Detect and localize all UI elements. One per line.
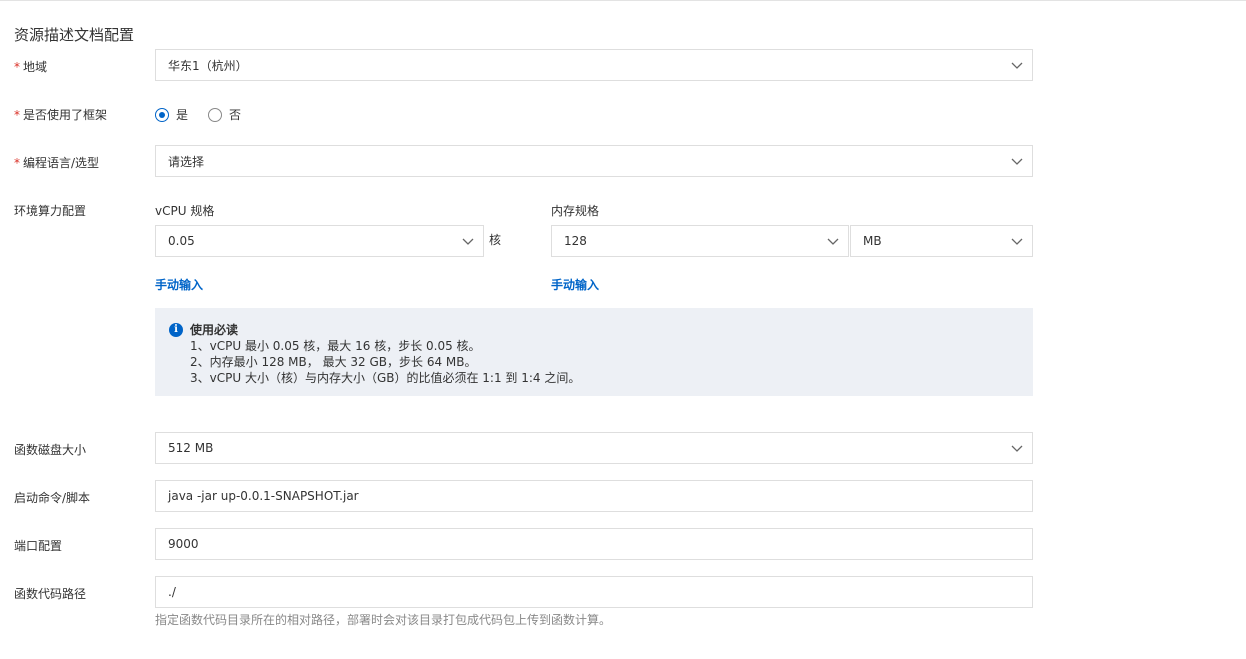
command-input[interactable]: java -jar up-0.0.1-SNAPSHOT.jar — [155, 480, 1033, 512]
framework-label: * 是否使用了框架 — [14, 106, 107, 123]
command-label: 启动命令/脚本 — [14, 491, 91, 505]
framework-radio-yes-label: 是 — [176, 108, 189, 122]
required-mark: * — [14, 60, 20, 74]
memory-label: 内存规格 — [551, 204, 600, 218]
top-divider — [0, 0, 1246, 1]
framework-label-text: 是否使用了框架 — [23, 108, 108, 122]
region-label-text: 地域 — [23, 60, 48, 74]
memory-select-value: 128 — [564, 234, 587, 248]
code-path-input-value: ./ — [168, 585, 176, 599]
compute-label: 环境算力配置 — [14, 204, 87, 218]
chevron-down-icon — [1010, 234, 1024, 248]
radio-checked-icon — [155, 107, 169, 122]
disk-select[interactable]: 512 MB — [155, 432, 1033, 464]
code-path-label: 函数代码路径 — [14, 587, 87, 601]
command-input-value: java -jar up-0.0.1-SNAPSHOT.jar — [168, 489, 359, 503]
vcpu-label: vCPU 规格 — [155, 204, 215, 218]
region-label: * 地域 — [14, 58, 47, 75]
section-title: 资源描述文档配置 — [14, 26, 135, 44]
memory-select[interactable]: 128 — [551, 225, 849, 257]
chevron-down-icon — [1010, 154, 1024, 168]
language-label-text: 编程语言/选型 — [23, 156, 100, 170]
memory-unit-select-value: MB — [863, 234, 882, 248]
vcpu-select[interactable]: 0.05 — [155, 225, 484, 257]
disk-select-value: 512 MB — [168, 441, 214, 455]
notice-title: 使用必读 — [190, 323, 239, 337]
language-label: * 编程语言/选型 — [14, 154, 99, 171]
notice-header: i 使用必读 — [169, 321, 1019, 338]
code-path-hint: 指定函数代码目录所在的相对路径，部署时会对该目录打包成代码包上传到函数计算。 — [155, 613, 612, 627]
vcpu-unit: 核 — [489, 233, 502, 247]
framework-radio-yes[interactable]: 是 — [155, 106, 188, 123]
notice-line: 3、vCPU 大小（核）与内存大小（GB）的比值必须在 1:1 到 1:4 之间… — [190, 371, 581, 385]
required-mark: * — [14, 156, 20, 170]
region-select-value: 华东1（杭州） — [168, 58, 248, 73]
usage-notice: i 使用必读 1、vCPU 最小 0.05 核，最大 16 核，步长 0.05 … — [155, 308, 1033, 396]
framework-radio-group: 是 否 — [155, 106, 261, 123]
vcpu-manual-input-link[interactable]: 手动输入 — [155, 276, 203, 293]
chevron-down-icon — [1010, 441, 1024, 455]
port-label: 端口配置 — [14, 539, 63, 553]
chevron-down-icon — [461, 234, 475, 248]
region-select[interactable]: 华东1（杭州） — [155, 49, 1033, 81]
chevron-down-icon — [1010, 58, 1024, 72]
notice-line: 1、vCPU 最小 0.05 核，最大 16 核，步长 0.05 核。 — [190, 339, 481, 353]
language-select[interactable]: 请选择 — [155, 145, 1033, 177]
required-mark: * — [14, 108, 20, 122]
chevron-down-icon — [826, 234, 840, 248]
framework-radio-no-label: 否 — [229, 108, 242, 122]
code-path-input[interactable]: ./ — [155, 576, 1033, 608]
notice-line: 2、内存最小 128 MB， 最大 32 GB，步长 64 MB。 — [190, 355, 477, 369]
port-input-value: 9000 — [168, 537, 199, 551]
memory-unit-select[interactable]: MB — [850, 225, 1033, 257]
disk-label: 函数磁盘大小 — [14, 443, 87, 457]
framework-radio-no[interactable]: 否 — [208, 106, 241, 123]
memory-manual-input-link[interactable]: 手动输入 — [551, 276, 599, 293]
vcpu-select-value: 0.05 — [168, 234, 195, 248]
language-select-placeholder: 请选择 — [168, 154, 205, 169]
port-input[interactable]: 9000 — [155, 528, 1033, 560]
info-icon: i — [169, 322, 183, 337]
radio-unchecked-icon — [208, 107, 223, 122]
